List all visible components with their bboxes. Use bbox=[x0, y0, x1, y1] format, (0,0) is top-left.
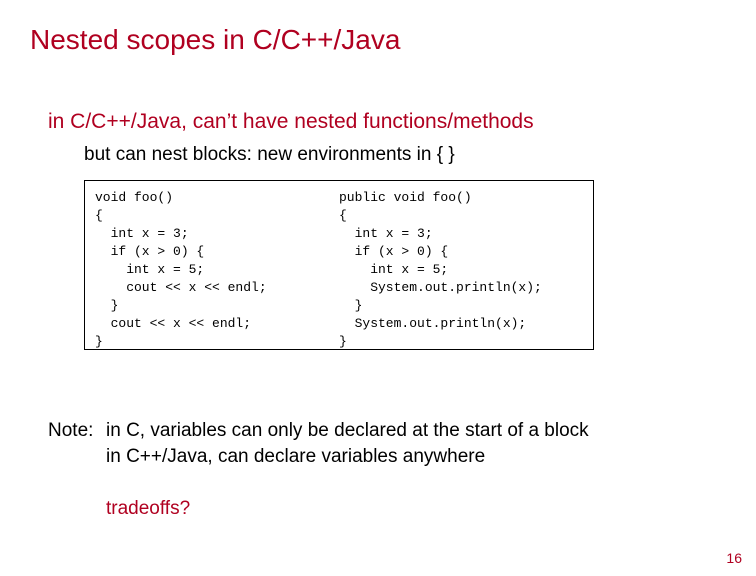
note-line-2: in C++/Java, can declare variables anywh… bbox=[106, 446, 485, 468]
code-column-left: void foo() { int x = 3; if (x > 0) { int… bbox=[95, 189, 339, 341]
note-label: Note: bbox=[48, 420, 106, 442]
slide-title: Nested scopes in C/C++/Java bbox=[30, 24, 400, 56]
page-number: 16 bbox=[726, 550, 742, 566]
note-line-1: in C, variables can only be declared at … bbox=[106, 420, 589, 442]
subtitle-line-1: in C/C++/Java, can’t have nested functio… bbox=[48, 110, 534, 134]
note-row-1: Note: in C, variables can only be declar… bbox=[48, 420, 589, 442]
slide: Nested scopes in C/C++/Java in C/C++/Jav… bbox=[0, 0, 756, 576]
subtitle-line-2: but can nest blocks: new environments in… bbox=[84, 144, 455, 166]
code-box: void foo() { int x = 3; if (x > 0) { int… bbox=[84, 180, 594, 350]
tradeoffs-text: tradeoffs? bbox=[106, 498, 190, 520]
code-column-right: public void foo() { int x = 3; if (x > 0… bbox=[339, 189, 583, 341]
